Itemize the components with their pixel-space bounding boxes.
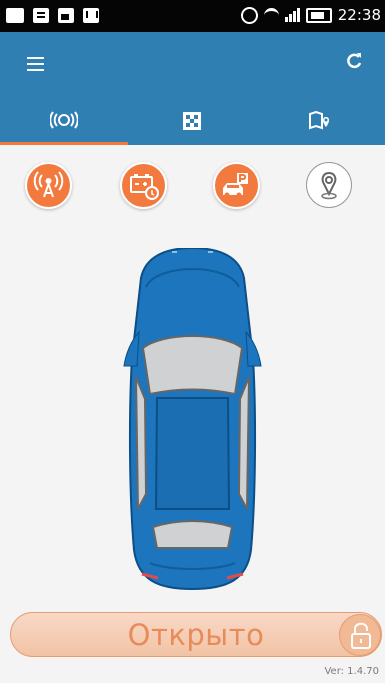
tab-remote-alarm[interactable] — [0, 101, 128, 145]
tab-grid-calendar[interactable] — [128, 101, 256, 145]
status-right-icons: 22:38 — [240, 6, 381, 24]
arrow-icon — [6, 8, 24, 23]
tab-bar — [0, 101, 385, 145]
car-parking-icon — [223, 173, 248, 198]
status-bar: 22:38 — [0, 0, 385, 32]
refresh-icon[interactable] — [345, 52, 363, 70]
alarm-icon — [240, 6, 258, 24]
car-parking-button[interactable] — [213, 162, 260, 209]
lock-icon — [351, 622, 371, 649]
image-icon — [58, 8, 74, 23]
map-location-icon — [309, 111, 329, 130]
signal-tower-icon — [33, 171, 64, 198]
wifi-icon — [263, 7, 279, 23]
version-label: Ver: 1.4.70 — [324, 666, 379, 677]
status-time: 22:38 — [337, 6, 381, 24]
battery-charge-button[interactable] — [120, 162, 167, 209]
battery-icon — [305, 7, 332, 23]
grid-calendar-icon — [183, 112, 201, 130]
car-top-view-icon — [123, 246, 262, 591]
status-left-icons — [6, 8, 99, 23]
car-image — [115, 246, 270, 598]
lock-button[interactable] — [339, 614, 381, 656]
quick-actions — [0, 162, 385, 222]
battery-charge-icon — [130, 174, 159, 200]
unlock-slider[interactable]: Открыто — [10, 612, 382, 657]
menu-icon[interactable] — [27, 57, 44, 71]
signal-tower-button[interactable] — [25, 162, 72, 209]
app-header — [0, 32, 385, 145]
remote-alarm-icon — [50, 111, 78, 129]
unlock-label: Открыто — [127, 617, 265, 652]
mail-icon — [83, 8, 99, 23]
signal-icon — [284, 8, 300, 22]
location-pin-button[interactable] — [306, 162, 352, 208]
tab-map-location[interactable] — [256, 101, 384, 145]
message-icon — [33, 8, 49, 23]
location-pin-icon — [321, 171, 337, 200]
